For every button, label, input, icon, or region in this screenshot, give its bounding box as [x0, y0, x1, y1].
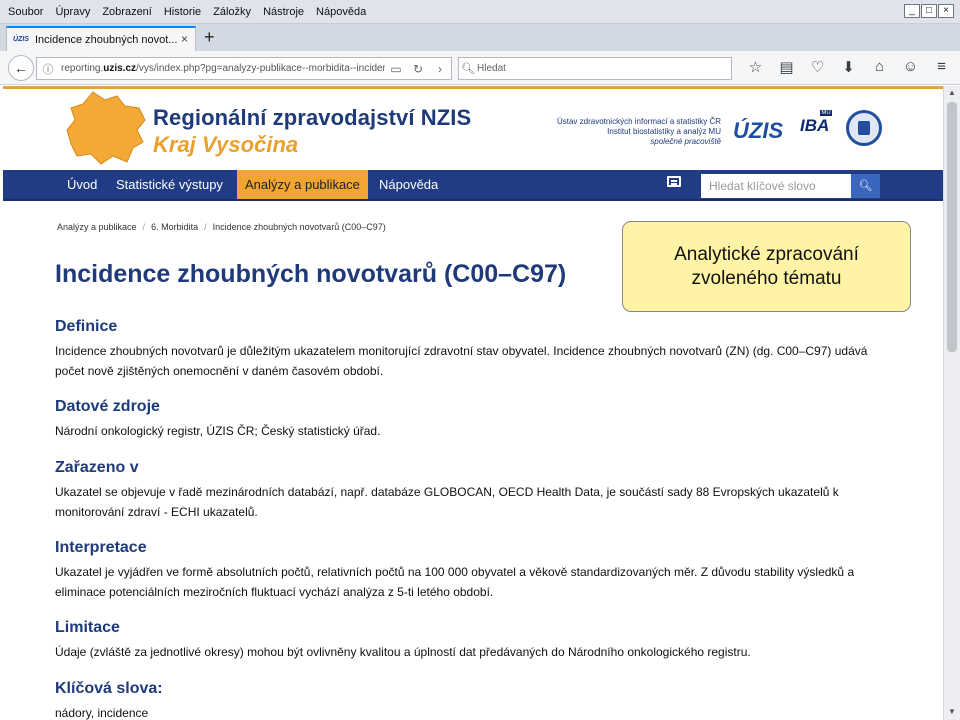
nav-item-uvod[interactable]: Úvod [59, 170, 105, 199]
browser-search-placeholder: Hledat [477, 63, 506, 74]
page-title: Incidence zhoubných novotvarů (C00–C97) [55, 260, 567, 288]
window-controls: _ □ × [904, 4, 954, 18]
menu-napoveda[interactable]: Nápověda [310, 6, 372, 18]
section-heading: Datové zdroje [55, 398, 160, 415]
menu-zobrazeni[interactable]: Zobrazení [96, 6, 158, 18]
tab-incidence[interactable]: ÚZIS Incidence zhoubných novot... × [6, 26, 196, 51]
back-button[interactable]: ← [8, 55, 34, 81]
scroll-up-icon[interactable]: ▲ [948, 88, 956, 97]
tab-title: Incidence zhoubných novot... [35, 33, 178, 46]
uzis-favicon-icon: ÚZIS [13, 35, 29, 43]
breadcrumb-item[interactable]: Analýzy a publikace [57, 222, 137, 232]
mu-seal-icon[interactable] [846, 110, 882, 146]
site-title: Regionální zpravodajství NZIS [153, 105, 472, 130]
menu-zalozky[interactable]: Záložky [207, 6, 257, 18]
menu-historie[interactable]: Historie [158, 6, 207, 18]
toolbar-icons: ☆ ▤ ♡ ⬇ ⌂ ☺ ≡ [740, 58, 957, 76]
dropdown-arrow-icon[interactable]: › [429, 62, 451, 76]
section-text: nádory, incidence [55, 706, 149, 720]
section-text: Incidence zhoubných novotvarů je důležit… [55, 344, 868, 378]
site-subtitle: Kraj Vysočina [153, 132, 299, 157]
url-text[interactable]: reporting.uzis.cz/vys/index.php?pg=analy… [57, 63, 385, 74]
bookmark-star-icon[interactable]: ☆ [740, 58, 771, 76]
vysocina-map-logo-icon [66, 91, 146, 165]
list-view-icon[interactable] [667, 176, 681, 187]
search-icon: 🔍︎ [461, 63, 475, 75]
smiley-icon[interactable]: ☺ [895, 58, 926, 76]
menu-soubor[interactable]: Soubor [0, 6, 49, 18]
breadcrumb: Analýzy a publikace/6. Morbidita / Inciden… [57, 222, 386, 232]
browser-menubar: Soubor Úpravy Zobrazení Historie Záložky… [0, 0, 960, 24]
info-icon[interactable]: ⓘ [39, 61, 57, 77]
nav-item-napoveda[interactable]: Nápověda [371, 170, 446, 199]
home-icon[interactable]: ⌂ [864, 58, 895, 76]
section-klicova-slova: Klíčová slova: nádory, incidence [55, 680, 895, 720]
reader-view-icon[interactable]: ▭ [385, 62, 407, 76]
page-scrollbar[interactable]: ▲ ▼ [943, 86, 960, 720]
institute-info: Ústav zdravotnických informací a statist… [556, 117, 721, 146]
top-accent-line [3, 86, 943, 89]
section-limitace: Limitace Údaje (zvláště za jednotlivé ok… [55, 619, 895, 662]
page-viewport: Regionální zpravodajství NZIS Kraj Vysoč… [3, 86, 943, 720]
bookmarks-list-icon[interactable]: ▤ [771, 58, 802, 76]
keyword-search-input[interactable]: Hledat klíčové slovo [701, 174, 851, 198]
section-text: Údaje (zvláště za jednotlivé okresy) moh… [55, 645, 751, 659]
maximize-button[interactable]: □ [921, 4, 937, 18]
section-zarazeno-v: Zařazeno v Ukazatel se objevuje v řadě m… [55, 459, 895, 522]
section-text: Ukazatel se objevuje v řadě mezinárodníc… [55, 485, 839, 519]
reload-icon[interactable]: ↻ [407, 62, 429, 76]
nav-item-analyzy-a-publikace[interactable]: Analýzy a publikace [237, 170, 368, 199]
section-definice: Definice Incidence zhoubných novotvarů j… [55, 318, 895, 381]
new-tab-button[interactable]: + [204, 28, 215, 46]
navigation-toolbar: ← ⓘ reporting.uzis.cz/vys/index.php?pg=a… [0, 51, 960, 85]
close-window-button[interactable]: × [938, 4, 954, 18]
section-heading: Interpretace [55, 539, 147, 556]
scrollbar-thumb[interactable] [947, 102, 957, 352]
url-bar[interactable]: ⓘ reporting.uzis.cz/vys/index.php?pg=ana… [36, 57, 452, 80]
menu-nastroje[interactable]: Nástroje [257, 6, 310, 18]
breadcrumb-current: Incidence zhoubných novotvarů (C00–C97) [212, 222, 386, 232]
download-icon[interactable]: ⬇ [833, 58, 864, 76]
section-heading: Klíčová slova: [55, 680, 163, 697]
pocket-icon[interactable]: ♡ [802, 58, 833, 76]
menu-upravy[interactable]: Úpravy [49, 6, 96, 18]
section-interpretace: Interpretace Ukazatel je vyjádřen ve for… [55, 539, 895, 602]
nav-item-statisticke-vystupy[interactable]: Statistické výstupy [108, 170, 231, 199]
close-tab-icon[interactable]: × [181, 32, 188, 46]
tab-bar: ÚZIS Incidence zhoubných novot... × [0, 24, 960, 51]
section-heading: Definice [55, 318, 118, 335]
section-text: Ukazatel je vyjádřen ve formě absolutníc… [55, 565, 855, 599]
annotation-callout: Analytické zpracování zvoleného tématu [622, 221, 911, 312]
browser-search-input[interactable]: 🔍︎ Hledat [458, 57, 732, 80]
section-heading: Limitace [55, 619, 120, 636]
section-datove-zdroje: Datové zdroje Národní onkologický regist… [55, 398, 895, 441]
iba-logo[interactable]: MU IBA [800, 110, 834, 136]
uzis-logo[interactable]: ÚZIS [733, 118, 783, 144]
section-text: Národní onkologický registr, ÚZIS ČR; Če… [55, 424, 381, 438]
breadcrumb-item[interactable]: 6. Morbidita [151, 222, 198, 232]
search-button[interactable]: 🔍︎ [851, 174, 880, 198]
minimize-button[interactable]: _ [904, 4, 920, 18]
section-heading: Zařazeno v [55, 459, 139, 476]
hamburger-menu-icon[interactable]: ≡ [926, 58, 957, 76]
main-navigation: Úvod Statistické výstupy Analýzy a publi… [3, 170, 943, 201]
scroll-down-icon[interactable]: ▼ [948, 707, 956, 716]
